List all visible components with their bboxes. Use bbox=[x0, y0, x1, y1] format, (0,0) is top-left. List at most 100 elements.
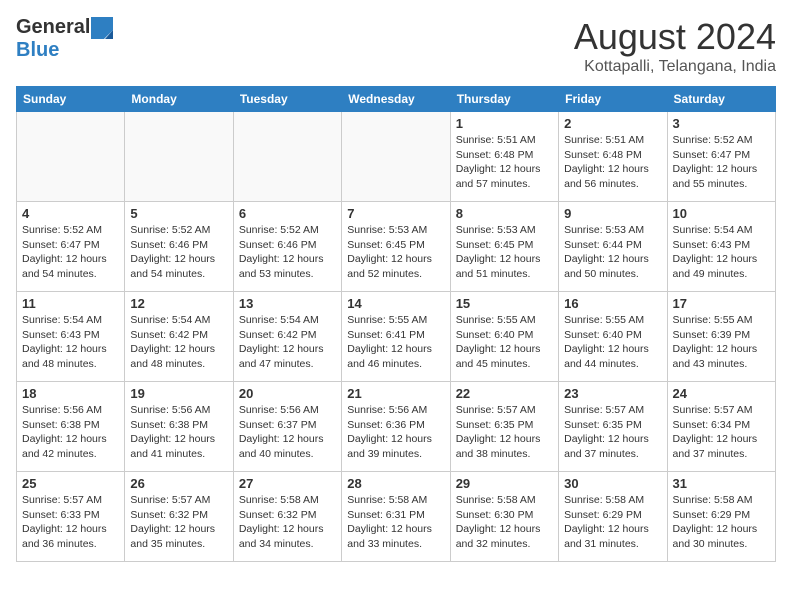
day-number: 3 bbox=[673, 116, 770, 131]
day-number: 16 bbox=[564, 296, 661, 311]
day-number: 2 bbox=[564, 116, 661, 131]
day-number: 20 bbox=[239, 386, 336, 401]
calendar-week-row: 25 Sunrise: 5:57 AMSunset: 6:33 PMDayligh… bbox=[17, 472, 776, 562]
day-info: Sunrise: 5:58 AMSunset: 6:29 PMDaylight:… bbox=[564, 493, 661, 552]
calendar-cell: 11Sunrise: 5:54 AMSunset: 6:43 PMDayligh… bbox=[17, 292, 125, 382]
day-info: Sunrise: 5:53 AMSunset: 6:45 PMDaylight:… bbox=[347, 223, 444, 282]
day-number: 21 bbox=[347, 386, 444, 401]
day-number: 28 bbox=[347, 476, 444, 491]
calendar-cell: 18 Sunrise: 5:56 AMSunset: 6:38 PMDayligh… bbox=[17, 382, 125, 472]
calendar-cell: 24Sunrise: 5:57 AMSunset: 6:34 PMDayligh… bbox=[667, 382, 775, 472]
day-info: Sunrise: 5:55 AMSunset: 6:40 PMDaylight:… bbox=[564, 313, 661, 372]
day-info: Sunrise: 5:57 AMSunset: 6:32 PMDaylight:… bbox=[130, 493, 227, 552]
day-number: 14 bbox=[347, 296, 444, 311]
day-number: 18 bbox=[22, 386, 119, 401]
calendar-cell: 31Sunrise: 5:58 AMSunset: 6:29 PMDayligh… bbox=[667, 472, 775, 562]
calendar-cell: 7 Sunrise: 5:53 AMSunset: 6:45 PMDaylight… bbox=[342, 202, 450, 292]
col-saturday: Saturday bbox=[667, 87, 775, 112]
calendar-cell bbox=[342, 112, 450, 202]
day-number: 25 bbox=[22, 476, 119, 491]
calendar-cell: 15 Sunrise: 5:55 AMSunset: 6:40 PMDayligh… bbox=[450, 292, 558, 382]
calendar-week-row: 1 Sunrise: 5:51 AMSunset: 6:48 PMDaylight… bbox=[17, 112, 776, 202]
day-number: 23 bbox=[564, 386, 661, 401]
day-number: 17 bbox=[673, 296, 770, 311]
day-info: Sunrise: 5:52 AMSunset: 6:46 PMDaylight:… bbox=[239, 223, 336, 282]
calendar-cell bbox=[125, 112, 233, 202]
calendar-cell: 12 Sunrise: 5:54 AMSunset: 6:42 PMDayligh… bbox=[125, 292, 233, 382]
logo-general-text: General bbox=[16, 16, 90, 39]
col-monday: Monday bbox=[125, 87, 233, 112]
day-info: Sunrise: 5:57 AMSunset: 6:34 PMDaylight:… bbox=[673, 403, 770, 462]
day-info: Sunrise: 5:53 AMSunset: 6:45 PMDaylight:… bbox=[456, 223, 553, 282]
day-info: Sunrise: 5:56 AMSunset: 6:38 PMDaylight:… bbox=[130, 403, 227, 462]
day-info: Sunrise: 5:55 AMSunset: 6:39 PMDaylight:… bbox=[673, 313, 770, 372]
day-info: Sunrise: 5:58 AMSunset: 6:29 PMDaylight:… bbox=[673, 493, 770, 552]
calendar-cell: 5Sunrise: 5:52 AMSunset: 6:46 PMDaylight… bbox=[125, 202, 233, 292]
day-number: 8 bbox=[456, 206, 553, 221]
day-info: Sunrise: 5:51 AMSunset: 6:48 PMDaylight:… bbox=[456, 133, 553, 192]
calendar-cell: 10 Sunrise: 5:54 AMSunset: 6:43 PMDayligh… bbox=[667, 202, 775, 292]
calendar-cell: 3 Sunrise: 5:52 AMSunset: 6:47 PMDaylight… bbox=[667, 112, 775, 202]
day-info: Sunrise: 5:57 AMSunset: 6:35 PMDaylight:… bbox=[564, 403, 661, 462]
day-number: 22 bbox=[456, 386, 553, 401]
calendar-cell bbox=[17, 112, 125, 202]
day-info: Sunrise: 5:57 AMSunset: 6:33 PMDaylight:… bbox=[22, 493, 119, 552]
title-area: August 2024 Kottapalli, Telangana, India bbox=[574, 16, 776, 76]
day-number: 7 bbox=[347, 206, 444, 221]
day-info: Sunrise: 5:54 AMSunset: 6:42 PMDaylight:… bbox=[239, 313, 336, 372]
day-info: Sunrise: 5:52 AMSunset: 6:47 PMDaylight:… bbox=[673, 133, 770, 192]
day-number: 10 bbox=[673, 206, 770, 221]
calendar-cell: 19 Sunrise: 5:56 AMSunset: 6:38 PMDayligh… bbox=[125, 382, 233, 472]
calendar-cell: 9 Sunrise: 5:53 AMSunset: 6:44 PMDaylight… bbox=[559, 202, 667, 292]
day-info: Sunrise: 5:52 AMSunset: 6:46 PMDaylight:… bbox=[130, 223, 227, 282]
day-info: Sunrise: 5:51 AMSunset: 6:48 PMDaylight:… bbox=[564, 133, 661, 192]
day-number: 13 bbox=[239, 296, 336, 311]
logo-icon bbox=[91, 17, 113, 39]
day-info: Sunrise: 5:58 AMSunset: 6:31 PMDaylight:… bbox=[347, 493, 444, 552]
calendar-cell: 1 Sunrise: 5:51 AMSunset: 6:48 PMDaylight… bbox=[450, 112, 558, 202]
calendar-cell: 26Sunrise: 5:57 AMSunset: 6:32 PMDayligh… bbox=[125, 472, 233, 562]
calendar-cell: 20Sunrise: 5:56 AMSunset: 6:37 PMDayligh… bbox=[233, 382, 341, 472]
calendar-cell: 27Sunrise: 5:58 AMSunset: 6:32 PMDayligh… bbox=[233, 472, 341, 562]
calendar-cell: 8 Sunrise: 5:53 AMSunset: 6:45 PMDaylight… bbox=[450, 202, 558, 292]
day-info: Sunrise: 5:54 AMSunset: 6:43 PMDaylight:… bbox=[673, 223, 770, 282]
main-title: August 2024 bbox=[574, 16, 776, 58]
logo-blue-text: Blue bbox=[16, 39, 59, 62]
day-info: Sunrise: 5:54 AMSunset: 6:42 PMDaylight:… bbox=[130, 313, 227, 372]
calendar-cell: 13 Sunrise: 5:54 AMSunset: 6:42 PMDayligh… bbox=[233, 292, 341, 382]
day-number: 15 bbox=[456, 296, 553, 311]
calendar-cell: 28 Sunrise: 5:58 AMSunset: 6:31 PMDayligh… bbox=[342, 472, 450, 562]
calendar-week-row: 4 Sunrise: 5:52 AMSunset: 6:47 PMDaylight… bbox=[17, 202, 776, 292]
calendar-cell: 17 Sunrise: 5:55 AMSunset: 6:39 PMDayligh… bbox=[667, 292, 775, 382]
sub-title: Kottapalli, Telangana, India bbox=[574, 58, 776, 76]
day-info: Sunrise: 5:53 AMSunset: 6:44 PMDaylight:… bbox=[564, 223, 661, 282]
calendar-cell: 2 Sunrise: 5:51 AMSunset: 6:48 PMDaylight… bbox=[559, 112, 667, 202]
day-number: 30 bbox=[564, 476, 661, 491]
day-number: 1 bbox=[456, 116, 553, 131]
day-number: 12 bbox=[130, 296, 227, 311]
day-number: 9 bbox=[564, 206, 661, 221]
col-thursday: Thursday bbox=[450, 87, 558, 112]
calendar-cell: 21 Sunrise: 5:56 AMSunset: 6:36 PMDayligh… bbox=[342, 382, 450, 472]
day-info: Sunrise: 5:56 AMSunset: 6:38 PMDaylight:… bbox=[22, 403, 119, 462]
calendar-header-row: Sunday Monday Tuesday Wednesday Thursday… bbox=[17, 87, 776, 112]
col-friday: Friday bbox=[559, 87, 667, 112]
calendar-week-row: 18 Sunrise: 5:56 AMSunset: 6:38 PMDayligh… bbox=[17, 382, 776, 472]
day-info: Sunrise: 5:55 AMSunset: 6:40 PMDaylight:… bbox=[456, 313, 553, 372]
calendar-cell: 4 Sunrise: 5:52 AMSunset: 6:47 PMDaylight… bbox=[17, 202, 125, 292]
day-number: 19 bbox=[130, 386, 227, 401]
day-number: 6 bbox=[239, 206, 336, 221]
col-wednesday: Wednesday bbox=[342, 87, 450, 112]
calendar-cell: 22Sunrise: 5:57 AMSunset: 6:35 PMDayligh… bbox=[450, 382, 558, 472]
day-number: 29 bbox=[456, 476, 553, 491]
calendar-table: Sunday Monday Tuesday Wednesday Thursday… bbox=[16, 86, 776, 562]
col-sunday: Sunday bbox=[17, 87, 125, 112]
day-number: 4 bbox=[22, 206, 119, 221]
day-info: Sunrise: 5:55 AMSunset: 6:41 PMDaylight:… bbox=[347, 313, 444, 372]
day-info: Sunrise: 5:56 AMSunset: 6:36 PMDaylight:… bbox=[347, 403, 444, 462]
day-number: 27 bbox=[239, 476, 336, 491]
calendar-cell: 29Sunrise: 5:58 AMSunset: 6:30 PMDayligh… bbox=[450, 472, 558, 562]
day-info: Sunrise: 5:52 AMSunset: 6:47 PMDaylight:… bbox=[22, 223, 119, 282]
calendar-cell: 14 Sunrise: 5:55 AMSunset: 6:41 PMDayligh… bbox=[342, 292, 450, 382]
col-tuesday: Tuesday bbox=[233, 87, 341, 112]
